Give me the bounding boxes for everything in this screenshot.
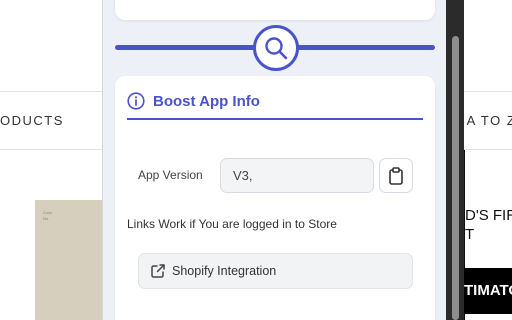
external-link-icon: [151, 264, 165, 278]
search-slider-handle[interactable]: [253, 25, 299, 71]
links-note: Links Work if You are logged in to Store: [127, 217, 337, 231]
store-product-image[interactable]: Color No.: [35, 200, 102, 320]
app-info-title: Boost App Info: [153, 92, 260, 110]
store-products-nav[interactable]: ODUCTS: [0, 113, 64, 128]
clipboard-icon: [389, 166, 403, 185]
store-divider-top: [0, 91, 102, 92]
scrollbar-thumb[interactable]: [452, 36, 459, 320]
store-black-bar: TIMATO: [464, 268, 512, 314]
shopify-integration-label: Shopify Integration: [172, 264, 277, 278]
app-version-label: App Version: [138, 168, 203, 182]
boost-extension-popup: Boost App Info App Version Links Work if…: [102, 0, 446, 320]
search-icon: [265, 37, 288, 60]
app-info-card: Boost App Info App Version Links Work if…: [115, 76, 435, 320]
app-info-divider: [127, 118, 423, 120]
top-card: [115, 0, 435, 20]
app-version-field[interactable]: [220, 158, 374, 193]
info-circle-icon: [127, 92, 145, 110]
product-image-caption: Color No.: [43, 210, 53, 221]
copy-version-button[interactable]: [379, 158, 413, 193]
store-divider-bottom: [0, 149, 102, 150]
banner-line-2: T: [465, 226, 475, 243]
app-info-header: Boost App Info: [127, 90, 260, 112]
banner-line-1: D'S FIR: [465, 207, 512, 224]
black-bar-text: TIMATO: [464, 282, 512, 299]
shopify-integration-button[interactable]: Shopify Integration: [138, 253, 413, 289]
